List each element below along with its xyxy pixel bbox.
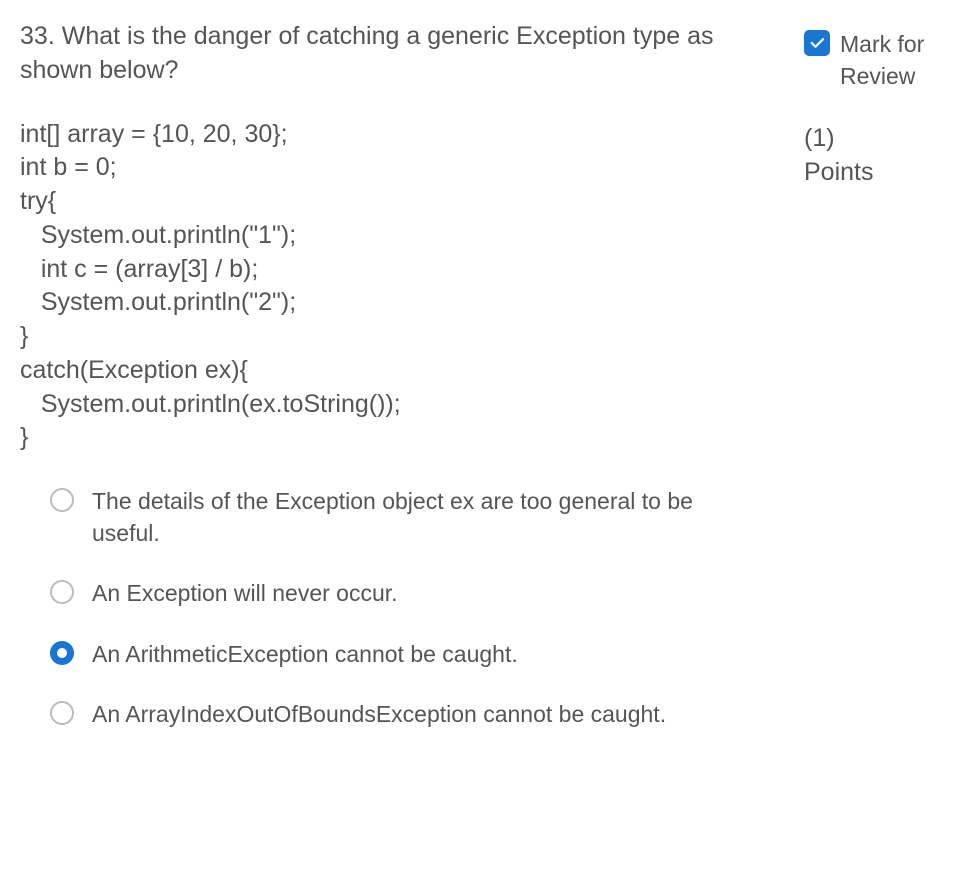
- option-label: An ArithmeticException cannot be caught.: [92, 638, 764, 670]
- code-block: int[] array = {10, 20, 30}; int b = 0; t…: [20, 118, 764, 456]
- options-list: The details of the Exception object ex a…: [20, 475, 764, 730]
- option-3[interactable]: An ArrayIndexOutOfBoundsException cannot…: [50, 698, 764, 730]
- option-label: An Exception will never occur.: [92, 577, 764, 609]
- question-prompt: What is the danger of catching a generic…: [20, 22, 714, 84]
- option-label: The details of the Exception object ex a…: [92, 485, 764, 549]
- question-text: 33. What is the danger of catching a gen…: [20, 20, 764, 88]
- points: (1) Points: [804, 122, 954, 190]
- points-label: Points: [804, 156, 954, 190]
- option-1[interactable]: An Exception will never occur.: [50, 577, 764, 609]
- radio-icon[interactable]: [50, 701, 74, 725]
- question-number: 33: [20, 22, 48, 50]
- radio-icon[interactable]: [50, 641, 74, 665]
- radio-icon[interactable]: [50, 580, 74, 604]
- option-label: An ArrayIndexOutOfBoundsException cannot…: [92, 698, 764, 730]
- radio-icon[interactable]: [50, 488, 74, 512]
- mark-for-review[interactable]: Mark for Review: [804, 28, 954, 92]
- mark-for-review-label: Mark for Review: [840, 28, 954, 92]
- points-value: (1): [804, 122, 954, 156]
- option-2[interactable]: An ArithmeticException cannot be caught.: [50, 638, 764, 670]
- checkbox-icon[interactable]: [804, 30, 830, 56]
- option-0[interactable]: The details of the Exception object ex a…: [50, 485, 764, 549]
